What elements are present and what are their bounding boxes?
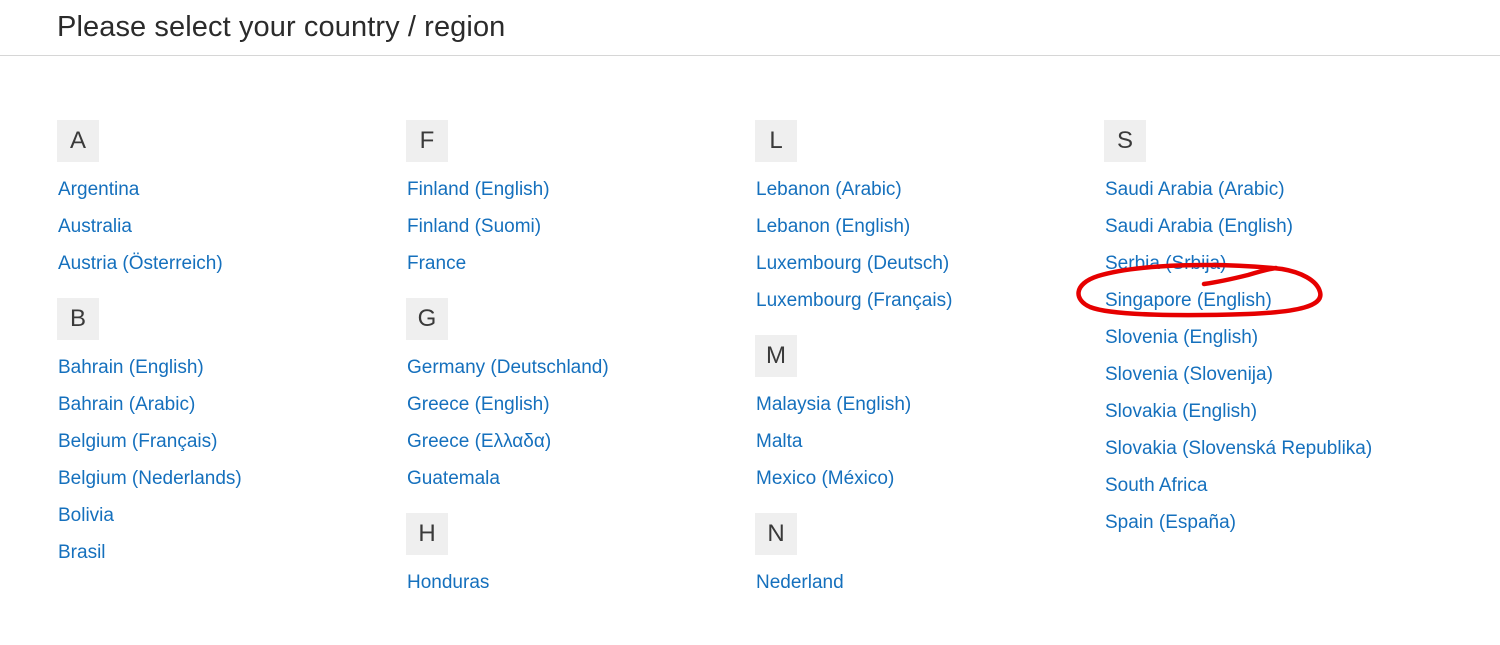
letter-group-b: B Bahrain (English) Bahrain (Arabic) Belgiu… xyxy=(57,298,406,571)
country-link[interactable]: Belgium (Français) xyxy=(57,423,217,460)
letter-heading-text: H xyxy=(418,520,436,547)
page-title: Please select your country / region xyxy=(57,11,506,43)
letter-heading-text: A xyxy=(69,127,86,154)
letter-group-l: L Lebanon (Arabic) Lebanon (English) Luxemb… xyxy=(755,120,1104,319)
country-link[interactable]: Saudi Arabia (English) xyxy=(1104,208,1293,245)
country-link[interactable]: Luxembourg (Deutsch) xyxy=(755,245,949,282)
country-link[interactable]: Finland (English) xyxy=(406,171,550,208)
country-link[interactable]: Slovenia (Slovenija) xyxy=(1104,356,1273,393)
country-link[interactable]: Greece (Ελλαδα) xyxy=(406,423,551,460)
letter-group-n: N Nederland xyxy=(755,513,1104,601)
letter-heading-box: A xyxy=(57,120,99,162)
country-column: F Finland (English) Finland (Suomi) France G… xyxy=(406,120,755,601)
country-column: A Argentina Australia Austria (Österreich) B… xyxy=(57,120,406,601)
country-link[interactable]: Spain (España) xyxy=(1104,504,1236,541)
letter-heading-text: L xyxy=(769,127,783,154)
country-link[interactable]: Greece (English) xyxy=(406,386,550,423)
country-link[interactable]: Finland (Suomi) xyxy=(406,208,541,245)
country-link[interactable]: Australia xyxy=(57,208,132,245)
country-column: L Lebanon (Arabic) Lebanon (English) Luxemb… xyxy=(755,120,1104,601)
country-link[interactable]: Guatemala xyxy=(406,460,500,497)
letter-heading-box: G xyxy=(406,298,448,340)
country-link[interactable]: Luxembourg (Français) xyxy=(755,282,952,319)
country-link[interactable]: Nederland xyxy=(755,564,844,601)
country-link[interactable]: Malaysia (English) xyxy=(755,386,911,423)
country-link[interactable]: Serbia (Srbija) xyxy=(1104,245,1226,282)
country-link[interactable]: Lebanon (Arabic) xyxy=(755,171,902,208)
country-link[interactable]: Slovakia (English) xyxy=(1104,393,1257,430)
page-header: Please select your country / region xyxy=(0,0,1500,56)
letter-group-h: H Honduras xyxy=(406,513,755,601)
letter-heading-box: M xyxy=(755,335,797,377)
letter-heading-text: M xyxy=(766,342,786,369)
country-link[interactable]: Lebanon (English) xyxy=(755,208,910,245)
country-link[interactable]: Malta xyxy=(755,423,802,460)
letter-heading-box: N xyxy=(755,513,797,555)
letter-heading-text: F xyxy=(419,127,435,154)
country-link[interactable]: Bolivia xyxy=(57,497,114,534)
country-link[interactable]: France xyxy=(406,245,466,282)
country-link[interactable]: Argentina xyxy=(57,171,139,208)
country-link[interactable]: Slovenia (English) xyxy=(1104,319,1258,356)
letter-group-f: F Finland (English) Finland (Suomi) France xyxy=(406,120,755,282)
country-link[interactable]: Honduras xyxy=(406,564,489,601)
letter-group-g: G Germany (Deutschland) Greece (English) Gr… xyxy=(406,298,755,497)
country-link[interactable]: Slovakia (Slovenská Republika) xyxy=(1104,430,1372,467)
letter-heading-box: H xyxy=(406,513,448,555)
letter-group-s: S Saudi Arabia (Arabic) Saudi Arabia (Engl… xyxy=(1104,120,1372,541)
letter-heading-box: L xyxy=(755,120,797,162)
country-region-columns: A Argentina Australia Austria (Österreich) B… xyxy=(0,56,1500,601)
country-column: S Saudi Arabia (Arabic) Saudi Arabia (Engl… xyxy=(1104,120,1372,601)
letter-heading-box: F xyxy=(406,120,448,162)
letter-heading-box: S xyxy=(1104,120,1146,162)
country-link[interactable]: Austria (Österreich) xyxy=(57,245,223,282)
country-link[interactable]: Bahrain (English) xyxy=(57,349,204,386)
country-link[interactable]: South Africa xyxy=(1104,467,1207,504)
country-link[interactable]: Brasil xyxy=(57,534,106,571)
country-link[interactable]: Singapore (English) xyxy=(1104,282,1272,319)
letter-heading-text: S xyxy=(1116,127,1133,154)
letter-heading-text: G xyxy=(417,305,437,332)
letter-group-a: A Argentina Australia Austria (Österreich) xyxy=(57,120,406,282)
country-link[interactable]: Saudi Arabia (Arabic) xyxy=(1104,171,1285,208)
letter-heading-text: N xyxy=(767,520,785,547)
country-link[interactable]: Mexico (México) xyxy=(755,460,894,497)
letter-heading-text: B xyxy=(69,305,86,332)
letter-heading-box: B xyxy=(57,298,99,340)
country-link[interactable]: Bahrain (Arabic) xyxy=(57,386,195,423)
letter-group-m: M Malaysia (English) Malta Mexico (México) xyxy=(755,335,1104,497)
country-link[interactable]: Germany (Deutschland) xyxy=(406,349,609,386)
country-link[interactable]: Belgium (Nederlands) xyxy=(57,460,242,497)
